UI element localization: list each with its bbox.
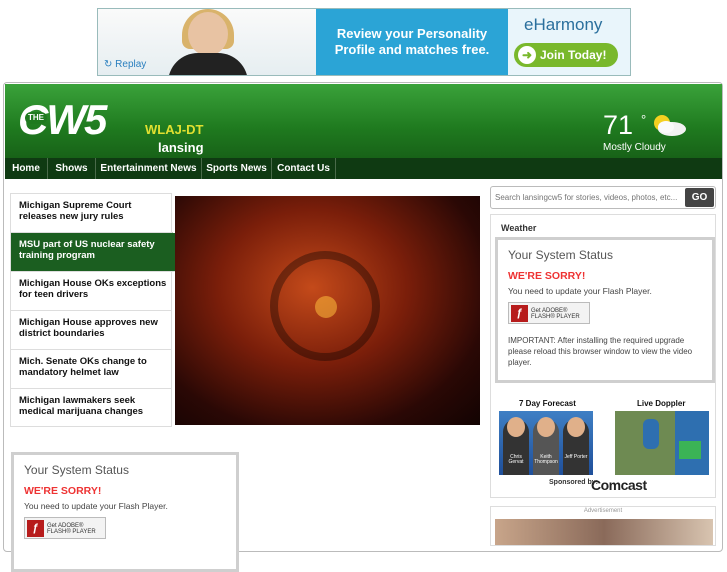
nav-entertainment-news[interactable]: Entertainment News bbox=[96, 158, 202, 179]
doppler-label: Live Doppler bbox=[637, 399, 686, 408]
ad-photo: ↻ Replay bbox=[98, 9, 316, 75]
site-search: GO bbox=[490, 186, 716, 209]
headline-list: Michigan Supreme Court releases new jury… bbox=[10, 193, 175, 428]
status-message: You need to update your Flash Player. bbox=[508, 286, 652, 296]
get-flash-player-button[interactable]: ƒ Get ADOBE® FLASH® PLAYER bbox=[508, 302, 590, 324]
status-sorry: WE'RE SORRY! bbox=[24, 485, 102, 497]
flash-button-text: Get ADOBE® FLASH® PLAYER bbox=[47, 523, 96, 535]
status-title: Your System Status bbox=[24, 463, 129, 477]
anchor-face bbox=[567, 417, 585, 437]
map-lake bbox=[643, 419, 659, 449]
status-message: You need to update your Flash Player. bbox=[24, 501, 168, 511]
featured-story-image[interactable] bbox=[175, 196, 480, 425]
status-sorry: WE'RE SORRY! bbox=[508, 270, 586, 282]
main-nav: Home Shows Entertainment News Sports New… bbox=[5, 158, 722, 179]
flash-line-2: FLASH® PLAYER bbox=[531, 314, 580, 320]
anchor-name: Chris Gervat bbox=[508, 454, 524, 465]
nav-sports-news[interactable]: Sports News bbox=[202, 158, 272, 179]
weather-panel: Weather Your System Status WE'RE SORRY! … bbox=[490, 214, 716, 498]
ad-headline: Review your Personality Profile and matc… bbox=[316, 9, 508, 75]
join-label: Join Today! bbox=[540, 48, 607, 62]
station-callsign: WLAJ-DT bbox=[145, 122, 204, 137]
site-header: CW5 THE WLAJ-DT lansing 71 ° Mostly Clou… bbox=[5, 84, 722, 158]
headline-item[interactable]: Mich. Senate OKs change to mandatory hel… bbox=[11, 350, 171, 389]
flash-icon: ƒ bbox=[511, 305, 528, 322]
flash-line-2: FLASH® PLAYER bbox=[47, 529, 96, 535]
headline-item[interactable]: Michigan House approves new district bou… bbox=[11, 311, 171, 350]
ad-replay-link[interactable]: ↻ Replay bbox=[104, 59, 146, 70]
search-go-button[interactable]: GO bbox=[685, 188, 714, 207]
degree-symbol: ° bbox=[641, 112, 647, 127]
status-important-note: IMPORTANT: After installing the required… bbox=[508, 336, 693, 367]
forecast-label: 7 Day Forecast bbox=[519, 399, 576, 408]
ehamony-logo: eHarmony bbox=[524, 15, 603, 34]
anchor-face bbox=[507, 417, 525, 437]
comcast-logo[interactable]: Comcast bbox=[591, 477, 647, 493]
live-doppler-map[interactable] bbox=[615, 411, 709, 475]
video-player-status-right: Your System Status WE'RE SORRY! You need… bbox=[495, 237, 715, 383]
current-temperature: 71 bbox=[603, 110, 634, 140]
forecast-team-image[interactable]: Chris Gervat Keith Thompson Jeff Porter bbox=[499, 411, 593, 475]
ad-model-body bbox=[168, 53, 248, 75]
anchor-name: Jeff Porter bbox=[564, 454, 588, 460]
get-flash-player-button[interactable]: ƒ Get ADOBE® FLASH® PLAYER bbox=[24, 517, 106, 539]
radiation-center bbox=[315, 296, 337, 318]
weather-title: Weather bbox=[501, 223, 537, 233]
headline-item[interactable]: Michigan lawmakers seek medical marijuan… bbox=[11, 389, 171, 428]
ehamony-ad-banner[interactable]: ↻ Replay Review your Personality Profile… bbox=[97, 8, 631, 76]
flash-button-text: Get ADOBE® FLASH® PLAYER bbox=[531, 308, 580, 320]
weather-condition: Mostly Cloudy bbox=[603, 142, 666, 153]
ad-brand-panel: eHarmony ➜ Join Today! bbox=[508, 9, 630, 75]
arrow-right-icon: ➜ bbox=[518, 46, 536, 64]
nav-home[interactable]: Home bbox=[5, 158, 48, 179]
radar-echo bbox=[679, 441, 701, 459]
video-player-status-left: Your System Status WE'RE SORRY! You need… bbox=[11, 452, 239, 572]
station-city: lansing bbox=[158, 140, 204, 155]
nav-contact-us[interactable]: Contact Us bbox=[272, 158, 336, 179]
headline-item[interactable]: Michigan House OKs exceptions for teen d… bbox=[11, 272, 171, 311]
headline-item-active[interactable]: MSU part of US nuclear safety training p… bbox=[11, 233, 175, 272]
search-input[interactable] bbox=[495, 189, 683, 206]
logo-the-badge: THE bbox=[25, 112, 47, 124]
status-title: Your System Status bbox=[508, 248, 613, 262]
ad-model-face bbox=[188, 12, 228, 56]
anchor-face bbox=[537, 417, 555, 437]
advertisement-label: Advertisement bbox=[583, 508, 623, 514]
replay-label: Replay bbox=[115, 59, 147, 70]
nav-shows[interactable]: Shows bbox=[48, 158, 96, 179]
headline-item[interactable]: Michigan Supreme Court releases new jury… bbox=[11, 194, 171, 233]
sidebar-ad-image bbox=[495, 519, 713, 545]
anchor-name: Keith Thompson bbox=[534, 454, 558, 465]
flash-icon: ƒ bbox=[27, 520, 44, 537]
partly-cloudy-icon bbox=[654, 115, 686, 136]
sidebar-ad[interactable]: Advertisement bbox=[490, 506, 716, 546]
join-today-button[interactable]: ➜ Join Today! bbox=[514, 43, 618, 67]
